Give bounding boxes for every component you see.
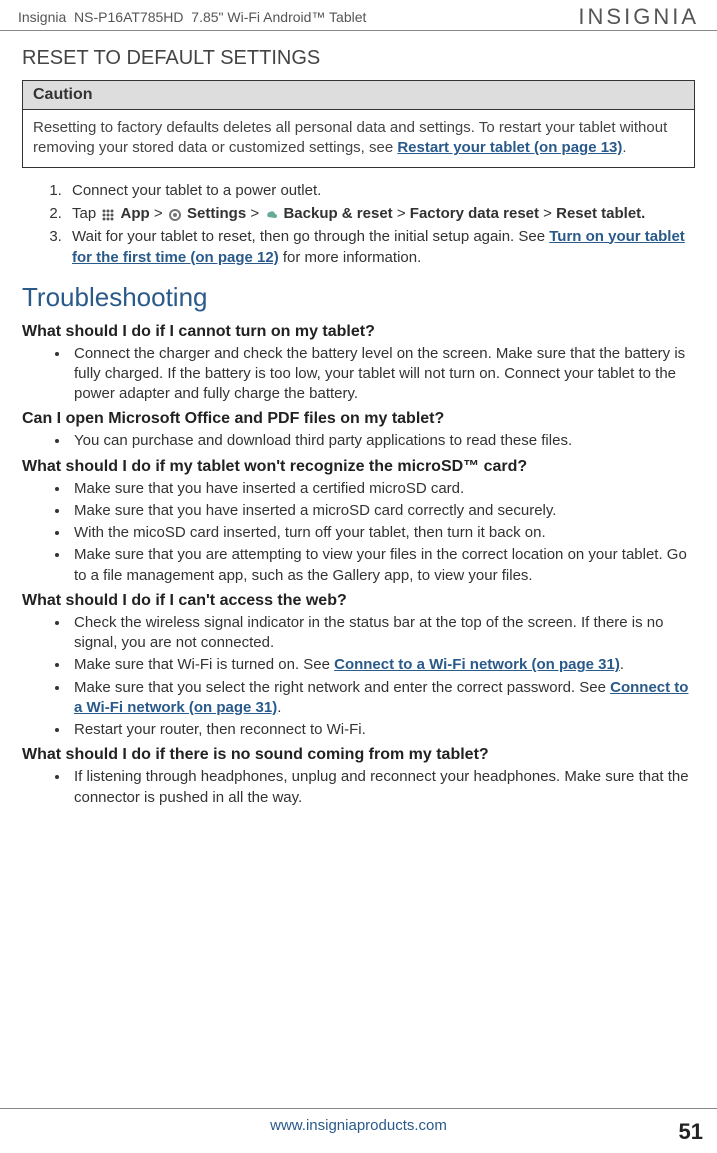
page-content: RESET TO DEFAULT SETTINGS Caution Resett… <box>0 31 717 808</box>
q3-bullet-3: With the micoSD card inserted, turn off … <box>70 523 695 543</box>
brand-name: Insignia <box>18 9 66 25</box>
caution-text-after: . <box>622 139 626 156</box>
page-number: 51 <box>679 1119 703 1145</box>
header-product-info: Insignia NS-P16AT785HD 7.85" Wi-Fi Andro… <box>18 9 366 25</box>
settings-gear-icon <box>168 207 182 221</box>
wifi-link-1[interactable]: Connect to a Wi-Fi network (on page 31) <box>334 656 620 673</box>
reset-tablet-label: Reset tablet. <box>556 205 645 222</box>
step-3: Wait for your tablet to reset, then go t… <box>66 226 695 268</box>
q2-heading: Can I open Microsoft Office and PDF file… <box>22 410 695 428</box>
q1-heading: What should I do if I cannot turn on my … <box>22 323 695 341</box>
app-grid-icon <box>101 207 115 221</box>
footer-url[interactable]: www.insigniaproducts.com <box>270 1117 447 1134</box>
footer-divider <box>0 1108 717 1109</box>
q3-list: Make sure that you have inserted a certi… <box>70 479 695 586</box>
gt-4: > <box>539 205 556 222</box>
section-title: RESET TO DEFAULT SETTINGS <box>22 47 695 70</box>
q4-bullet-4: Restart your router, then reconnect to W… <box>70 720 695 740</box>
factory-label: Factory data reset <box>410 205 539 222</box>
model-number: NS-P16AT785HD <box>74 9 183 25</box>
gt-2: > <box>246 205 263 222</box>
caution-box: Caution Resetting to factory defaults de… <box>22 80 695 168</box>
restart-tablet-link[interactable]: Restart your tablet (on page 13) <box>397 139 622 156</box>
q4-b3-after: . <box>277 699 281 716</box>
brand-logo: INSIGNIA <box>578 4 699 30</box>
caution-label: Caution <box>23 81 694 110</box>
page-header: Insignia NS-P16AT785HD 7.85" Wi-Fi Andro… <box>0 0 717 31</box>
step-3-before: Wait for your tablet to reset, then go t… <box>72 228 549 245</box>
gt-1: > <box>150 205 167 222</box>
q4-bullet-3: Make sure that you select the right netw… <box>70 678 695 719</box>
product-name: 7.85" Wi-Fi Android™ Tablet <box>191 9 366 25</box>
q5-bullet-1: If listening through headphones, unplug … <box>70 767 695 808</box>
q5-heading: What should I do if there is no sound co… <box>22 746 695 764</box>
step-1: Connect your tablet to a power outlet. <box>66 180 695 201</box>
q4-b3-before: Make sure that you select the right netw… <box>74 679 610 696</box>
q2-bullet-1: You can purchase and download third part… <box>70 431 695 451</box>
q1-list: Connect the charger and check the batter… <box>70 344 695 405</box>
q5-list: If listening through headphones, unplug … <box>70 767 695 808</box>
q3-bullet-1: Make sure that you have inserted a certi… <box>70 479 695 499</box>
q4-bullet-2: Make sure that Wi-Fi is turned on. See C… <box>70 655 695 675</box>
page-footer: www.insigniaproducts.com <box>0 1108 717 1135</box>
troubleshooting-title: Troubleshooting <box>22 282 695 313</box>
q4-b2-after: . <box>620 656 624 673</box>
step-3-after: for more information. <box>279 249 422 266</box>
steps-list: Connect your tablet to a power outlet. T… <box>66 180 695 268</box>
step-2: Tap App > Settings > Backup & reset > Fa… <box>66 203 695 224</box>
caution-body: Resetting to factory defaults deletes al… <box>23 110 694 167</box>
q4-b2-before: Make sure that Wi-Fi is turned on. See <box>74 656 334 673</box>
q2-list: You can purchase and download third part… <box>70 431 695 451</box>
backup-label: Backup & reset <box>283 205 392 222</box>
app-label: App <box>121 205 150 222</box>
step-2-tap: Tap <box>72 205 100 222</box>
q4-bullet-1: Check the wireless signal indicator in t… <box>70 613 695 654</box>
gt-3: > <box>393 205 410 222</box>
q3-bullet-2: Make sure that you have inserted a micro… <box>70 501 695 521</box>
q4-heading: What should I do if I can't access the w… <box>22 592 695 610</box>
q3-heading: What should I do if my tablet won't reco… <box>22 458 695 476</box>
q3-bullet-4: Make sure that you are attempting to vie… <box>70 545 695 586</box>
q1-bullet-1: Connect the charger and check the batter… <box>70 344 695 405</box>
q4-list: Check the wireless signal indicator in t… <box>70 613 695 741</box>
settings-label: Settings <box>187 205 246 222</box>
backup-cloud-icon <box>264 207 278 221</box>
